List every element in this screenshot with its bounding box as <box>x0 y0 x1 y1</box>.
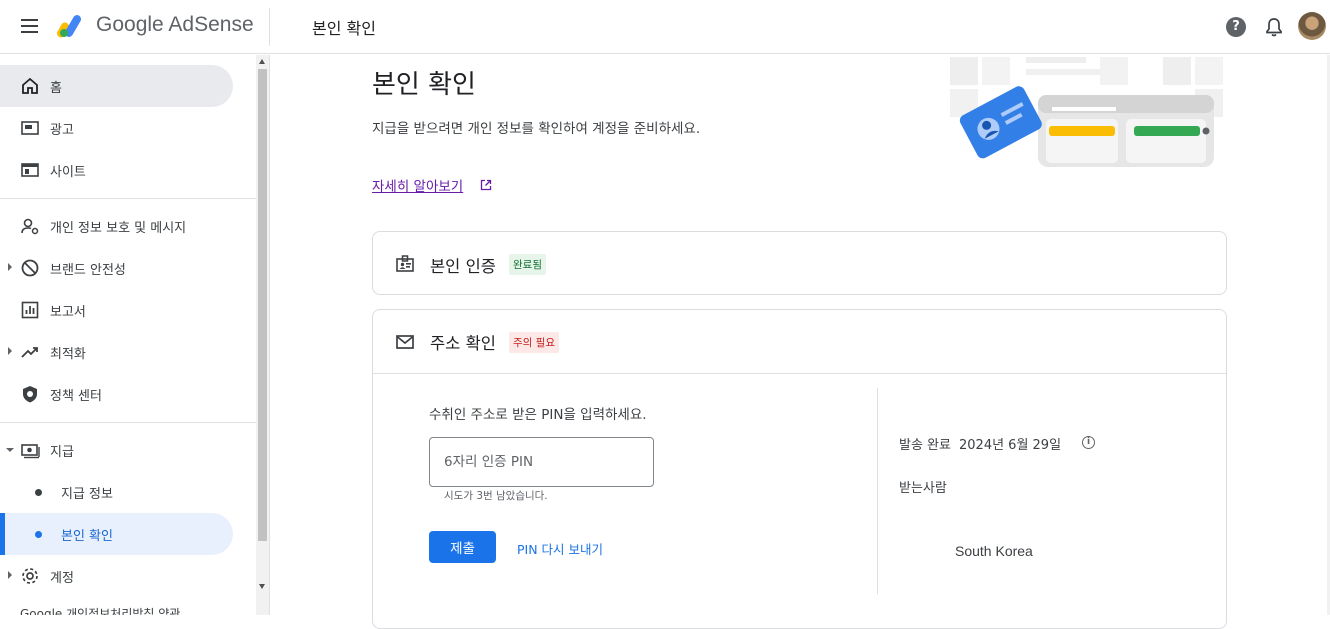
sidebar-item-sites[interactable]: 사이트 <box>0 149 233 191</box>
scroll-up-arrow-icon[interactable] <box>259 59 265 64</box>
sidebar-item-policy-center[interactable]: 정책 센터 <box>0 373 233 415</box>
scroll-thumb[interactable] <box>258 69 267 541</box>
sidebar-item-verification[interactable]: 본인 확인 <box>0 513 233 555</box>
user-avatar[interactable] <box>1298 12 1326 40</box>
sidebar-item-label: 지급 <box>50 445 74 460</box>
sidebar: 홈 광고 사이트 개인 정보 보호 및 메시지 브랜드 안전성 보고서 최적화 … <box>0 55 256 615</box>
submit-button[interactable]: 제출 <box>429 531 496 563</box>
learn-more-link[interactable]: 자세히 알아보기 <box>372 175 463 195</box>
sidebar-item-label: 최적화 <box>50 347 86 362</box>
sidebar-item-privacy[interactable]: 개인 정보 보호 및 메시지 <box>0 205 233 247</box>
sidebar-item-label: 개인 정보 보호 및 메시지 <box>50 221 187 236</box>
sidebar-item-payments[interactable]: 지급 <box>0 429 233 471</box>
sidebar-item-brand-safety[interactable]: 브랜드 안전성 <box>0 247 233 289</box>
sidebar-item-payment-info[interactable]: 지급 정보 <box>0 471 233 513</box>
sidebar-item-label: 본인 확인 <box>61 529 113 544</box>
gear-icon <box>22 568 38 584</box>
sent-date: 2024년 6월 29일 <box>959 438 1062 453</box>
help-icon[interactable]: ? <box>1226 17 1246 37</box>
address-card-title: 주소 확인 <box>430 334 496 353</box>
trending-up-icon <box>21 347 38 358</box>
block-icon <box>21 259 39 277</box>
ads-icon <box>21 121 39 135</box>
identity-verification-card[interactable]: 본인 인증 완료됨 <box>372 231 1227 295</box>
mail-icon <box>396 335 414 349</box>
status-badge-attention: 주의 필요 <box>509 332 559 353</box>
top-page-title: 본인 확인 <box>312 19 376 38</box>
scroll-down-arrow-icon[interactable] <box>259 584 265 589</box>
vertical-divider <box>877 388 878 594</box>
sidebar-item-label: 브랜드 안전성 <box>50 263 126 278</box>
active-indicator <box>0 513 5 555</box>
sidebar-item-label: 보고서 <box>50 305 86 320</box>
sidebar-item-label: 홈 <box>50 81 62 96</box>
policy-shield-icon <box>23 386 37 403</box>
expand-caret-icon[interactable] <box>8 347 12 355</box>
verification-illustration <box>950 55 1225 170</box>
resend-pin-link[interactable]: PIN 다시 보내기 <box>517 539 603 558</box>
card-divider <box>373 373 1226 374</box>
status-badge-complete: 완료됨 <box>509 254 546 275</box>
recipient-label: 받는사람 <box>899 481 947 496</box>
sent-label: 발송 완료 <box>899 438 951 453</box>
top-app-bar: Google AdSense 본인 확인 ? <box>0 0 1330 54</box>
sidebar-item-ads[interactable]: 광고 <box>0 107 233 149</box>
sidebar-divider <box>0 198 256 199</box>
home-icon <box>22 77 38 94</box>
attempts-remaining: 시도가 3번 남았습니다. <box>444 490 548 502</box>
expand-caret-icon[interactable] <box>8 571 12 579</box>
pin-input[interactable] <box>429 437 654 487</box>
recipient-country: South Korea <box>955 543 1033 559</box>
sites-icon <box>21 163 39 177</box>
sidebar-scrollbar[interactable] <box>256 55 269 615</box>
address-verification-card: 주소 확인 주의 필요 수취인 주소로 받은 PIN을 입력하세요. 시도가 3… <box>372 309 1227 629</box>
topbar-divider <box>269 8 270 46</box>
identity-card-title: 본인 인증 <box>430 257 496 276</box>
payments-icon <box>21 444 40 459</box>
sidebar-item-account[interactable]: 계정 <box>0 555 233 597</box>
sidebar-item-label: 사이트 <box>50 165 86 180</box>
footer-links[interactable]: Google 개인정보처리방침 약관 <box>20 605 180 615</box>
brand-name: Google AdSense <box>96 13 254 36</box>
sidebar-item-label: 광고 <box>50 123 74 138</box>
open-in-new-icon[interactable] <box>480 179 492 191</box>
badge-id-icon <box>396 255 414 272</box>
sidebar-item-label: 지급 정보 <box>61 487 113 502</box>
pin-instruction: 수취인 주소로 받은 PIN을 입력하세요. <box>429 407 647 423</box>
sidebar-item-label: 정책 센터 <box>50 389 102 404</box>
privacy-icon <box>21 218 39 235</box>
expand-caret-icon[interactable] <box>8 263 12 271</box>
page-description: 지급을 받으려면 개인 정보를 확인하여 계정을 준비하세요. <box>372 121 701 137</box>
sidebar-item-home[interactable]: 홈 <box>0 65 233 107</box>
collapse-caret-icon[interactable] <box>6 448 14 452</box>
sidebar-border <box>269 55 270 615</box>
sidebar-divider <box>0 422 256 423</box>
bullet-dot-icon <box>35 489 42 496</box>
bullet-dot-icon <box>35 531 42 538</box>
info-icon[interactable]: i <box>1082 436 1095 449</box>
sidebar-item-label: 계정 <box>50 571 74 586</box>
page-title: 본인 확인 <box>372 70 476 100</box>
notifications-bell-icon[interactable] <box>1264 16 1284 38</box>
hamburger-menu-icon[interactable] <box>18 15 42 39</box>
adsense-logo-icon <box>57 15 81 38</box>
sidebar-item-reports[interactable]: 보고서 <box>0 289 233 331</box>
sidebar-item-optimization[interactable]: 최적화 <box>0 331 233 373</box>
reports-icon <box>21 301 39 319</box>
